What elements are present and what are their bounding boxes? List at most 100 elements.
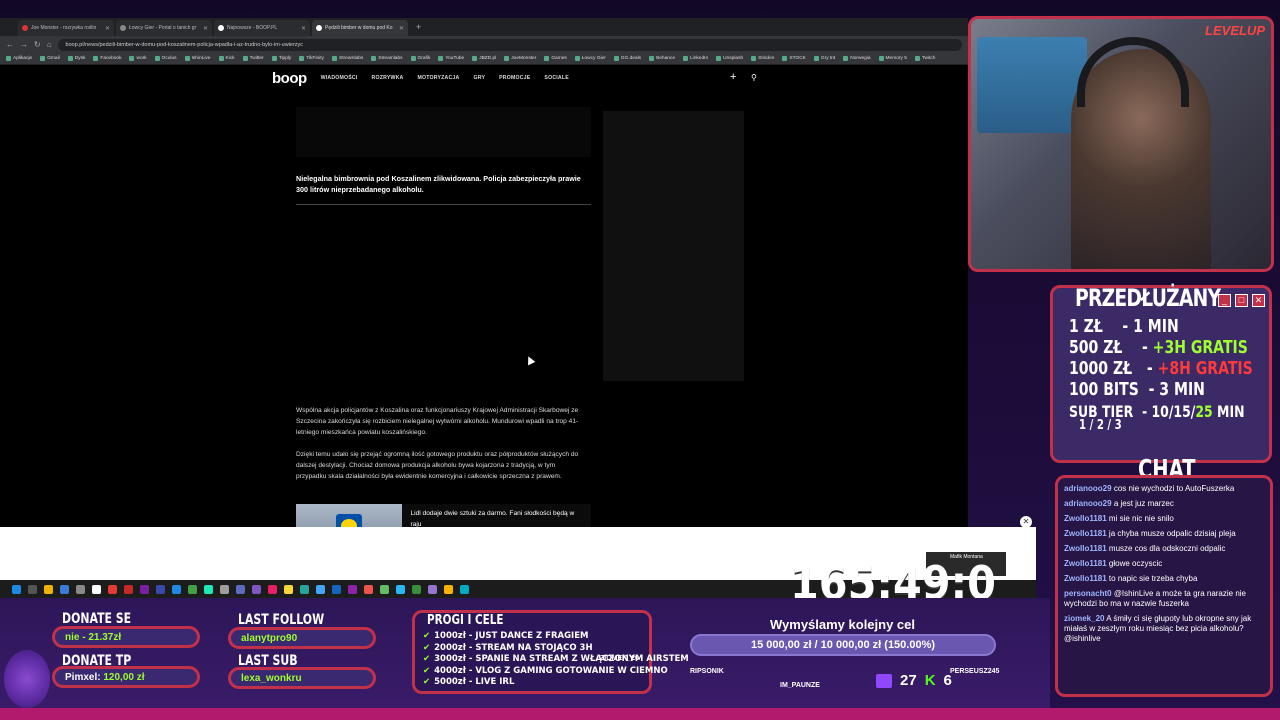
sidebar-ad-slot bbox=[603, 111, 744, 381]
taskbar-app-icon[interactable] bbox=[268, 584, 277, 594]
bookmark-item[interactable]: Stinden bbox=[751, 56, 774, 61]
browser-tab[interactable]: Łowcy Gier - Portal o tanich gr ✕ bbox=[116, 20, 212, 36]
taskbar-app-icon[interactable] bbox=[172, 584, 181, 594]
article-headline: Nielegalna bimbrownia pod Koszalinem zli… bbox=[296, 174, 581, 194]
taskbar-app-icon[interactable] bbox=[76, 584, 85, 594]
taskbar-app-icon[interactable] bbox=[188, 584, 197, 594]
taskbar-app-icon[interactable] bbox=[460, 584, 469, 594]
bookmark-item[interactable]: Memory 5 bbox=[878, 56, 907, 61]
bookmark-item[interactable]: Dysk bbox=[67, 56, 85, 61]
goal-item-text: 4000zł - VLOG Z GAMING GOTOWANIE W CIEMN… bbox=[434, 665, 668, 676]
taskbar-app-icon[interactable] bbox=[92, 584, 101, 594]
bookmark-item[interactable]: IshinLive bbox=[184, 56, 211, 61]
bookmark-item[interactable]: Streamlabs bbox=[371, 56, 403, 61]
bookmark-item[interactable]: LinkedIn bbox=[683, 56, 708, 61]
bookmark-item[interactable]: Unsplash bbox=[716, 56, 743, 61]
taskbar-app-icon[interactable] bbox=[444, 584, 453, 594]
bookmark-item[interactable]: STOCK bbox=[782, 56, 806, 61]
taskbar-app-icon[interactable] bbox=[108, 584, 117, 594]
bookmark-item[interactable]: Streamlabs bbox=[332, 56, 363, 61]
bookmark-item[interactable]: Oculus bbox=[154, 56, 177, 61]
taskbar-app-icon[interactable] bbox=[348, 584, 357, 594]
nav-link[interactable]: GRY bbox=[473, 75, 485, 81]
site-header: boop WIADOMOŚCI ROZRYWKA MOTORYZACJA GRY… bbox=[0, 65, 968, 91]
nav-link[interactable]: SOCIALE bbox=[544, 75, 568, 81]
close-icon[interactable]: ✕ bbox=[301, 25, 306, 32]
bookmark-item[interactable]: JoeMonster bbox=[504, 56, 536, 61]
taskbar-app-icon[interactable] bbox=[364, 584, 373, 594]
taskbar-app-icon[interactable] bbox=[28, 584, 37, 594]
back-icon[interactable]: ← bbox=[6, 40, 14, 49]
nav-link[interactable]: MOTORYZACJA bbox=[417, 75, 459, 81]
nav-link[interactable]: WIADOMOŚCI bbox=[321, 75, 358, 81]
browser-tab[interactable]: Joe Monster - rozrywka roślin ✕ bbox=[18, 20, 114, 36]
search-icon[interactable]: ⚲ bbox=[751, 73, 757, 82]
close-icon[interactable]: ✕ bbox=[203, 25, 208, 32]
taskbar-app-icon[interactable] bbox=[252, 584, 261, 594]
last-sub-value: lexa_wonkru bbox=[241, 673, 302, 684]
bookmark-item[interactable]: Behance bbox=[649, 56, 675, 61]
bookmark-item[interactable]: Gry tnt bbox=[813, 56, 835, 61]
taskbar-app-icon[interactable] bbox=[204, 584, 213, 594]
plus-icon[interactable]: + bbox=[730, 71, 736, 83]
bookmark-item[interactable]: GG.deals bbox=[613, 56, 641, 61]
taskbar-app-icon[interactable] bbox=[220, 584, 229, 594]
viewer-name: ZIOMEK_20 bbox=[600, 655, 639, 662]
taskbar-app-icon[interactable] bbox=[12, 584, 21, 594]
forward-icon[interactable]: → bbox=[20, 40, 28, 49]
taskbar-app-icon[interactable] bbox=[332, 584, 341, 594]
bookmark-item[interactable]: Games bbox=[544, 56, 567, 61]
bookmark-label: STOCK bbox=[789, 56, 806, 61]
taskbar-app-icon[interactable] bbox=[140, 584, 149, 594]
bookmark-item[interactable]: Facebook bbox=[93, 56, 121, 61]
bookmark-item[interactable]: Tipply bbox=[271, 56, 291, 61]
browser-tab-active[interactable]: Pędzili bimber w domu pod Ko ✕ bbox=[312, 20, 408, 36]
taskbar-app-icon[interactable] bbox=[60, 584, 69, 594]
nav-link[interactable]: ROZRYWKA bbox=[372, 75, 404, 81]
chat-text: ja chyba musze odpalic dzisiaj pleja bbox=[1108, 529, 1236, 538]
bookmark-item[interactable]: Kick bbox=[218, 56, 235, 61]
home-icon[interactable]: ⌂ bbox=[47, 40, 52, 49]
bookmark-item[interactable]: JBZD.pl bbox=[472, 56, 496, 61]
taskbar-app-icon[interactable] bbox=[428, 584, 437, 594]
goals-title: PROGI I CELE bbox=[427, 613, 504, 628]
bookmark-icon bbox=[544, 56, 550, 61]
taskbar-app-icon[interactable] bbox=[396, 584, 405, 594]
new-tab-icon[interactable]: + bbox=[410, 22, 427, 32]
taskbar-app-icon[interactable] bbox=[380, 584, 389, 594]
check-icon: ✔ bbox=[423, 665, 431, 676]
bookmark-item[interactable]: Łowcy Gier bbox=[574, 56, 606, 61]
close-icon[interactable]: ✕ bbox=[399, 25, 404, 32]
bookmark-item[interactable]: Twitch bbox=[914, 56, 935, 61]
bookmark-label: TikFinity bbox=[306, 56, 325, 61]
taskbar-app-icon[interactable] bbox=[300, 584, 309, 594]
taskbar-app-icon[interactable] bbox=[44, 584, 53, 594]
url-input[interactable]: boop.pl/news/pedzili-bimber-w-domu-pod-k… bbox=[57, 38, 962, 51]
nav-link[interactable]: PROMOCJE bbox=[499, 75, 530, 81]
taskbar-app-icon[interactable] bbox=[284, 584, 293, 594]
bookmark-item[interactable]: TikFinity bbox=[299, 56, 324, 61]
browser-tab[interactable]: Najnowsze - BOOP.PL ✕ bbox=[214, 20, 310, 36]
mouse-cursor-icon bbox=[524, 354, 536, 366]
tab-label: Najnowsze - BOOP.PL bbox=[227, 25, 278, 31]
taskbar-app-icon[interactable] bbox=[412, 584, 421, 594]
bookmark-item[interactable]: Norwegia bbox=[843, 56, 871, 61]
chat-message: Zwollo1181 to napic sie trzeba chyba bbox=[1064, 574, 1264, 584]
close-icon[interactable]: ✕ bbox=[1020, 516, 1032, 528]
taskbar-app-icon[interactable] bbox=[124, 584, 133, 594]
site-logo[interactable]: boop bbox=[272, 70, 307, 87]
bookmark-item[interactable]: Grafik bbox=[410, 56, 430, 61]
bookmark-label: IshinLive bbox=[191, 56, 211, 61]
taskbar-app-icon[interactable] bbox=[156, 584, 165, 594]
taskbar-app-icon[interactable] bbox=[316, 584, 325, 594]
last-sub-box: lexa_wonkru bbox=[228, 667, 376, 689]
bookmark-icon bbox=[40, 56, 46, 61]
bookmark-item[interactable]: Gmail bbox=[40, 56, 60, 61]
taskbar-app-icon[interactable] bbox=[236, 584, 245, 594]
bookmark-item[interactable]: Aplikacje bbox=[6, 56, 32, 61]
close-icon[interactable]: ✕ bbox=[105, 25, 110, 32]
bookmark-item[interactable]: work bbox=[129, 56, 147, 61]
reload-icon[interactable]: ↻ bbox=[34, 40, 41, 49]
bookmark-item[interactable]: Twitter bbox=[242, 56, 264, 61]
bookmark-item[interactable]: YouTube bbox=[438, 56, 464, 61]
